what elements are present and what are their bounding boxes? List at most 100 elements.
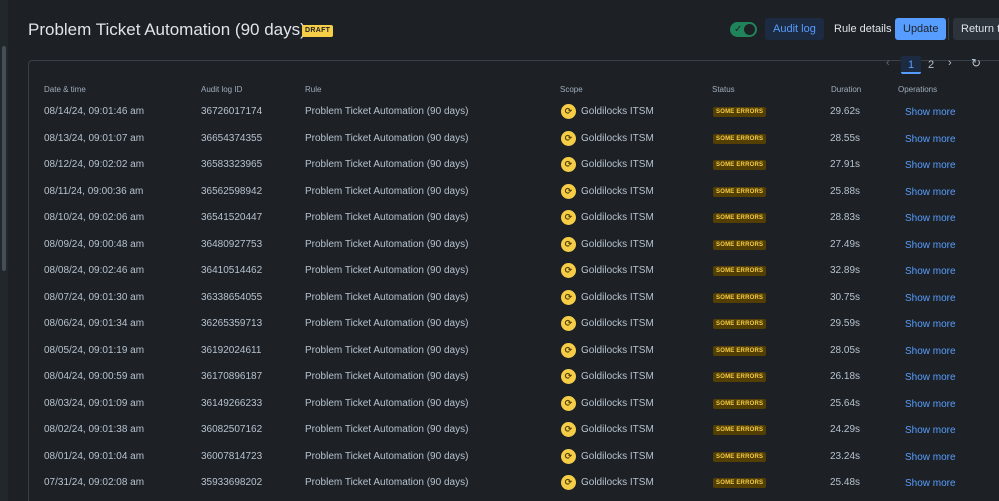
status-badge: SOME ERRORS [713, 372, 767, 382]
show-more-link[interactable]: Show more [905, 418, 956, 444]
row-rule: Problem Ticket Automation (90 days) [305, 318, 469, 329]
row-rule: Problem Ticket Automation (90 days) [305, 265, 469, 276]
show-more-link[interactable]: Show more [905, 392, 956, 418]
status-badge: SOME ERRORS [713, 398, 767, 409]
status-badge: SOME ERRORS [713, 478, 767, 488]
col-operations: Operations [898, 85, 938, 94]
header-divider [948, 18, 949, 40]
rule-details-button[interactable]: Rule details [826, 18, 899, 40]
table-row: 08/10/24, 09:02:06 am 36541520447 Problem … [30, 205, 999, 231]
check-icon: ✓ [734, 24, 743, 35]
col-duration: Duration [831, 85, 862, 94]
row-date: 07/31/24, 09:02:08 am [44, 477, 145, 488]
show-more-link[interactable]: Show more [905, 286, 956, 312]
show-more-link[interactable]: Show more [905, 206, 956, 232]
row-duration: 28.05s [830, 344, 861, 356]
goldilocks-project-icon: ⟳ [561, 157, 576, 172]
goldilocks-project-icon: ⟳ [561, 342, 576, 358]
goldilocks-project-icon: ⟳ [561, 210, 576, 225]
show-more-link[interactable]: Show more [905, 233, 956, 259]
row-date: 08/04/24, 09:00:59 am [44, 371, 145, 382]
row-audit-id: 35933698202 [201, 477, 263, 488]
show-more-link[interactable]: Show more [905, 445, 956, 471]
row-date: 08/13/24, 09:01:07 am [44, 132, 145, 144]
status-badge: SOME ERRORS [713, 239, 767, 250]
col-audit-id: Audit log ID [201, 85, 243, 94]
show-more-link[interactable]: Show more [905, 100, 956, 126]
goldilocks-project-icon: ⟳ [561, 263, 576, 278]
show-more-link[interactable]: Show more [905, 153, 956, 179]
show-more-link[interactable]: Show more [905, 127, 956, 153]
row-scope: Goldilocks ITSM [581, 450, 654, 462]
row-scope: Goldilocks ITSM [581, 397, 654, 409]
page-header: Problem Ticket Automation (90 days) DRAF… [0, 0, 999, 60]
row-duration: 32.89s [830, 265, 861, 276]
show-more-link[interactable]: Show more [905, 180, 956, 206]
row-date: 08/03/24, 09:01:09 am [44, 397, 145, 409]
rule-enabled-toggle[interactable]: ✓ [730, 22, 757, 37]
show-more-link[interactable]: Show more [905, 471, 956, 497]
goldilocks-project-icon: ⟳ [561, 316, 576, 331]
row-scope: Goldilocks ITSM [581, 424, 654, 435]
row-rule: Problem Ticket Automation (90 days) [305, 371, 469, 382]
status-badge: SOME ERRORS [713, 425, 767, 435]
row-audit-id: 36410514462 [201, 265, 263, 276]
goldilocks-project-icon: ⟳ [561, 236, 576, 252]
row-scope: Goldilocks ITSM [581, 238, 654, 250]
row-scope: Goldilocks ITSM [581, 291, 654, 303]
draft-badge: DRAFT [302, 25, 334, 37]
update-button[interactable]: Update [895, 18, 947, 40]
status-badge: SOME ERRORS [713, 133, 767, 144]
audit-log-button[interactable]: Audit log [765, 18, 824, 40]
status-badge: SOME ERRORS [713, 266, 767, 276]
row-date: 08/08/24, 09:02:46 am [44, 265, 145, 276]
row-rule: Problem Ticket Automation (90 days) [305, 106, 469, 117]
row-rule: Problem Ticket Automation (90 days) [305, 477, 469, 488]
goldilocks-project-icon: ⟳ [561, 369, 576, 384]
row-scope: Goldilocks ITSM [581, 344, 654, 356]
table-row: 08/14/24, 09:01:46 am 36726017174 Problem … [30, 99, 999, 125]
show-more-link[interactable]: Show more [905, 339, 956, 365]
status-badge: SOME ERRORS [713, 345, 767, 356]
row-audit-id: 36480927753 [201, 238, 263, 250]
row-duration: 27.49s [830, 238, 861, 250]
left-scrollbar[interactable] [0, 0, 8, 501]
row-scope: Goldilocks ITSM [581, 265, 654, 276]
page-1-button[interactable]: 1 [901, 56, 921, 74]
col-rule: Rule [305, 85, 322, 94]
goldilocks-project-icon: ⟳ [561, 422, 576, 437]
row-date: 08/06/24, 09:01:34 am [44, 318, 145, 329]
show-more-link[interactable]: Show more [905, 259, 956, 285]
show-more-link[interactable]: Show more [905, 365, 956, 391]
row-duration: 24.29s [830, 424, 861, 435]
status-badge: SOME ERRORS [713, 107, 767, 117]
row-audit-id: 36170896187 [201, 371, 263, 382]
goldilocks-project-icon: ⟳ [561, 289, 576, 305]
row-rule: Problem Ticket Automation (90 days) [305, 424, 469, 435]
table-row: 08/09/24, 09:00:48 am 36480927753 Problem … [30, 232, 999, 258]
table-row: 08/02/24, 09:01:38 am 36082507162 Problem … [30, 417, 999, 443]
prev-page-icon[interactable]: ‹ [886, 56, 890, 70]
row-date: 08/05/24, 09:01:19 am [44, 344, 145, 356]
row-audit-id: 36265359713 [201, 318, 263, 329]
row-date: 08/01/24, 09:01:04 am [44, 450, 145, 462]
table-row: 08/05/24, 09:01:19 am 36192024611 Problem … [30, 338, 999, 364]
row-duration: 25.48s [830, 477, 861, 488]
row-duration: 29.59s [830, 318, 861, 329]
row-duration: 27.91s [830, 159, 861, 170]
table-row: 08/13/24, 09:01:07 am 36654374355 Problem … [30, 126, 999, 152]
goldilocks-project-icon: ⟳ [561, 183, 576, 199]
page-2-button[interactable]: 2 [921, 56, 941, 74]
table-row: 08/04/24, 09:00:59 am 36170896187 Problem … [30, 364, 999, 390]
next-page-icon[interactable]: › [948, 56, 952, 70]
row-duration: 25.64s [830, 397, 861, 409]
refresh-icon[interactable]: ↻ [971, 55, 981, 71]
show-more-link[interactable]: Show more [905, 312, 956, 338]
goldilocks-project-icon: ⟳ [561, 475, 576, 490]
left-scrollbar-thumb[interactable] [2, 46, 6, 271]
return-to-list-button[interactable]: Return to list [953, 18, 999, 40]
row-audit-id: 36007814723 [201, 450, 263, 462]
col-date: Date & time [44, 85, 86, 94]
row-audit-id: 36541520447 [201, 212, 263, 223]
row-rule: Problem Ticket Automation (90 days) [305, 344, 469, 356]
